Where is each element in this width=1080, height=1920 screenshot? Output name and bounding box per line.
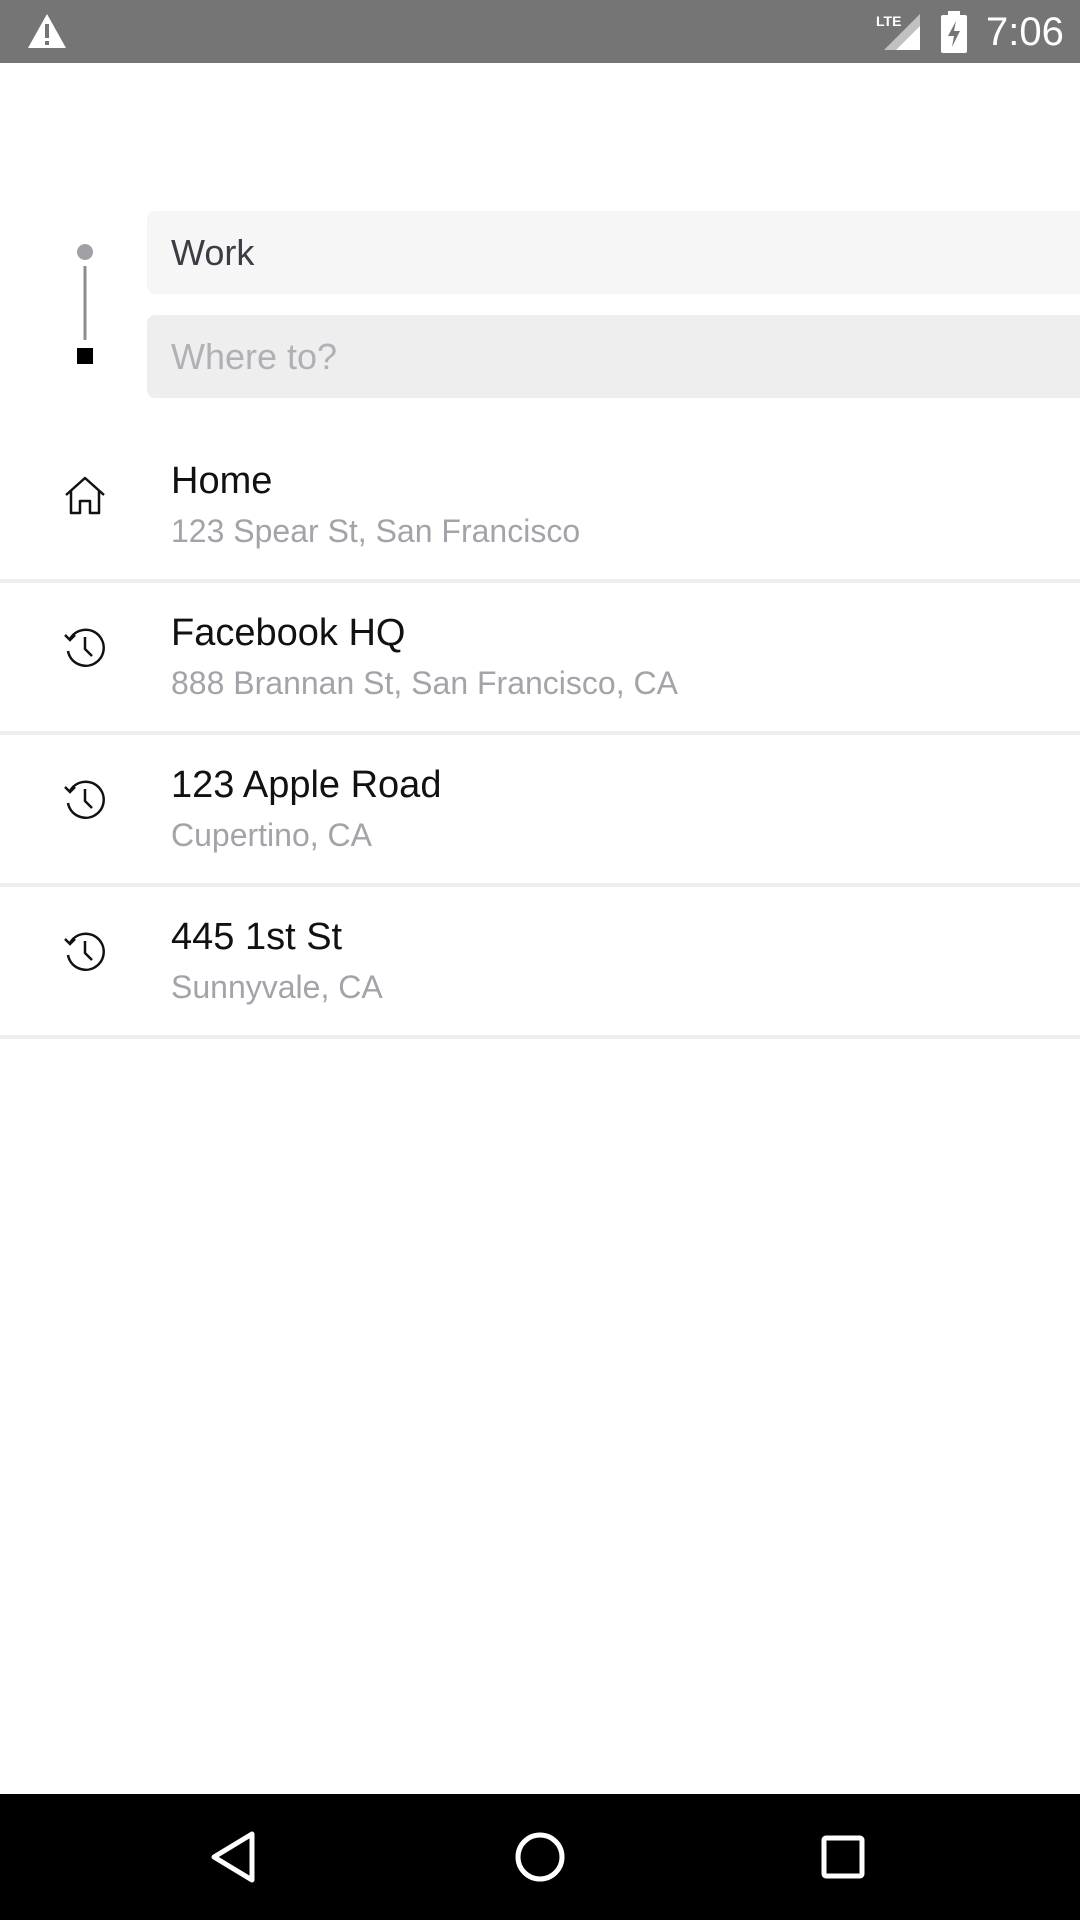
status-time: 7:06: [986, 10, 1064, 54]
route-connector: [77, 244, 93, 364]
places-list: Home 123 Spear St, San Francisco Faceboo…: [0, 431, 1080, 1039]
destination-square-icon: [77, 348, 93, 364]
back-icon[interactable]: [200, 1822, 270, 1892]
home-circle-icon[interactable]: [505, 1822, 575, 1892]
network-label: LTE: [876, 13, 901, 29]
home-icon: [65, 476, 105, 515]
place-subtitle: 888 Brannan St, San Francisco, CA: [171, 665, 678, 701]
origin-dot-icon: [77, 244, 93, 260]
lte-signal-icon: LTE: [876, 13, 920, 50]
status-bar: LTE 7:06: [0, 0, 1080, 63]
navigation-bar: [0, 1794, 1080, 1920]
place-title: Home: [171, 460, 273, 502]
place-subtitle: Sunnyvale, CA: [171, 969, 383, 1005]
list-item-1st-st[interactable]: 445 1st St Sunnyvale, CA: [0, 887, 1080, 1039]
place-title: Facebook HQ: [171, 612, 406, 654]
history-icon: [64, 932, 105, 972]
history-icon: [64, 628, 105, 668]
battery-charging-icon: [941, 11, 967, 53]
recents-icon[interactable]: [808, 1822, 878, 1892]
origin-input[interactable]: Work: [147, 211, 1080, 294]
list-item-apple-road[interactable]: 123 Apple Road Cupertino, CA: [0, 735, 1080, 887]
place-title: 445 1st St: [171, 916, 343, 958]
history-icon: [64, 780, 105, 820]
place-subtitle: Cupertino, CA: [171, 817, 372, 853]
list-item-home[interactable]: Home 123 Spear St, San Francisco: [0, 431, 1080, 583]
origin-value: Work: [171, 231, 255, 273]
place-title: 123 Apple Road: [171, 764, 442, 806]
warning-icon: [28, 14, 66, 48]
destination-placeholder: Where to?: [171, 335, 338, 377]
list-item-facebook-hq[interactable]: Facebook HQ 888 Brannan St, San Francisc…: [0, 583, 1080, 735]
place-subtitle: 123 Spear St, San Francisco: [171, 513, 581, 549]
destination-input[interactable]: Where to?: [147, 315, 1080, 398]
